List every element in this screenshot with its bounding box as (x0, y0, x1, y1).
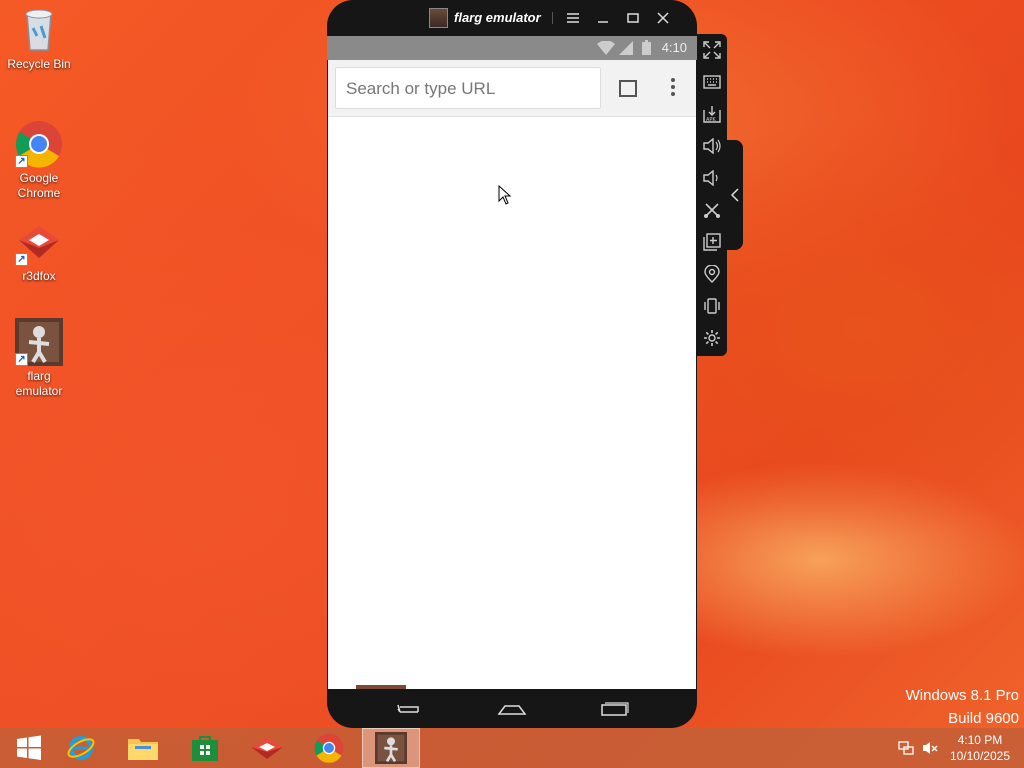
desktop-icon-label: Google Chrome (17, 171, 61, 200)
emulator-app-icon (429, 8, 448, 28)
fullscreen-icon[interactable] (697, 35, 727, 65)
emulator-title: flarg emulator (454, 10, 541, 25)
status-time: 4:10 (661, 40, 687, 55)
windows-watermark: Windows 8.1 Pro Build 9600 (906, 684, 1019, 730)
emulator-window: flarg emulator 4:10 Search or type URL (327, 0, 697, 728)
taskbar-windows-store[interactable] (176, 728, 234, 768)
watermark-edition: Windows 8.1 Pro (905, 687, 1019, 704)
shortcut-arrow-icon: ↗ (15, 353, 28, 366)
flarg-emulator-icon: ↗ (15, 318, 63, 366)
settings-icon[interactable] (697, 323, 727, 353)
folder-icon (128, 739, 158, 760)
watermark-build: Build 9600 (948, 710, 1019, 727)
volume-down-icon[interactable] (697, 163, 727, 193)
multi-instance-icon[interactable] (697, 227, 727, 257)
desktop-icon-flarg-emulator[interactable]: ↗ flarg emulator (4, 318, 74, 399)
wifi-icon (597, 41, 615, 55)
start-button[interactable] (0, 728, 58, 768)
browser-screen[interactable]: Search or type URL (328, 60, 696, 689)
shake-icon[interactable] (697, 291, 727, 321)
clock-date: 10/10/2025 (949, 749, 1010, 763)
taskbar-internet-explorer[interactable] (52, 728, 110, 768)
chevron-left-icon (730, 188, 739, 202)
desktop-icon-label: flarg emulator (15, 369, 63, 398)
windows-logo-icon (17, 735, 41, 760)
title-separator (552, 12, 553, 24)
browser-toolbar: Search or type URL (328, 60, 696, 117)
side-toolbar: APK (697, 34, 727, 356)
android-nav-bar (327, 689, 697, 728)
volume-muted-icon[interactable] (922, 740, 938, 756)
screenshot-cut-icon[interactable] (697, 195, 727, 225)
taskbar-file-explorer[interactable] (114, 728, 172, 768)
desktop-icon-r3dfox[interactable]: ↗ r3dfox (4, 218, 74, 284)
taskbar-clock[interactable]: 4:10 PM 10/10/2025 (950, 732, 1010, 764)
minimize-icon[interactable] (593, 8, 613, 28)
location-icon[interactable] (697, 259, 727, 289)
chrome-taskbar-icon (314, 733, 344, 763)
r3dfox-icon: ↗ (15, 218, 63, 266)
store-icon (192, 736, 218, 761)
android-status-bar: 4:10 (327, 36, 697, 60)
recycle-bin-icon (15, 6, 63, 54)
home-icon[interactable] (496, 697, 528, 719)
url-input[interactable]: Search or type URL (335, 67, 601, 109)
desktop-icon-recycle-bin[interactable]: Recycle Bin (4, 6, 74, 72)
volume-up-icon[interactable] (697, 131, 727, 161)
maximize-icon[interactable] (623, 8, 643, 28)
shortcut-arrow-icon: ↗ (15, 155, 28, 168)
desktop-icon-google-chrome[interactable]: ↗ Google Chrome (4, 120, 74, 201)
recent-apps-icon[interactable] (599, 697, 631, 719)
desktop-icon-label: r3dfox (22, 269, 56, 283)
r3dfox-taskbar-icon (251, 737, 283, 759)
tabs-button[interactable] (619, 80, 637, 97)
keyboard-icon[interactable] (697, 67, 727, 97)
taskbar-google-chrome[interactable] (300, 728, 358, 768)
taskbar-flarg-emulator[interactable] (362, 728, 420, 768)
side-toolbar-collapse[interactable] (727, 140, 743, 250)
menu-icon[interactable] (563, 8, 583, 28)
battery-icon (642, 40, 651, 55)
apk-install-icon[interactable]: APK (697, 99, 727, 129)
overflow-menu-icon[interactable] (670, 78, 676, 98)
desktop-icon-label: Recycle Bin (7, 57, 71, 71)
back-icon[interactable] (392, 697, 424, 719)
taskbar: 4:10 PM 10/10/2025 (0, 728, 1024, 768)
network-icon[interactable] (898, 740, 914, 756)
chrome-icon: ↗ (15, 120, 63, 168)
clock-time: 4:10 PM (957, 733, 1003, 747)
close-icon[interactable] (653, 8, 673, 28)
mouse-cursor-icon (498, 185, 512, 205)
taskbar-r3dfox[interactable] (238, 728, 296, 768)
internet-explorer-icon (67, 736, 95, 760)
svg-text:APK: APK (706, 117, 716, 123)
shortcut-arrow-icon: ↗ (15, 253, 28, 266)
emulator-titlebar[interactable]: flarg emulator (327, 0, 697, 36)
cell-signal-icon (619, 41, 633, 55)
flarg-emulator-taskbar-icon (375, 732, 407, 764)
